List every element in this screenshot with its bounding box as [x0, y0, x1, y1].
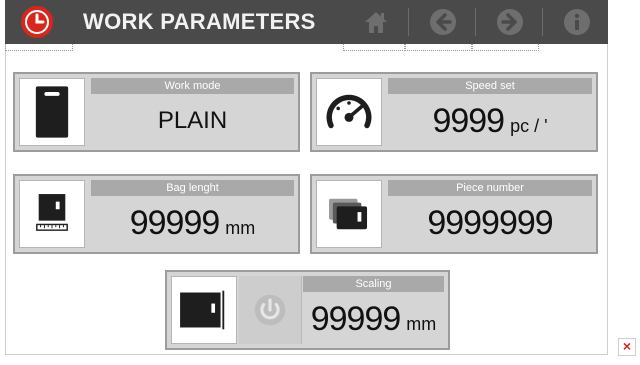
home-icon	[365, 12, 387, 33]
scaling-number: 99999	[310, 299, 402, 338]
speed-set-unit: pc / '	[510, 115, 548, 136]
tab-indicator	[5, 44, 73, 51]
scaling-label: Scaling	[303, 276, 444, 292]
piece-number-card[interactable]: Piece number 9999999	[310, 174, 598, 254]
arrow-left-icon	[430, 9, 456, 35]
bag-length-number: 99999	[129, 203, 221, 242]
scaling-unit: mm	[406, 313, 437, 334]
work-mode-value[interactable]: PLAIN	[91, 96, 294, 146]
clock-icon	[20, 5, 54, 39]
work-mode-label: Work mode	[91, 78, 294, 94]
bag-length-icon	[19, 180, 85, 248]
work-mode-text: PLAIN	[157, 107, 228, 134]
tab-indicator	[405, 44, 472, 51]
piece-number-value[interactable]: 9999999	[388, 198, 592, 248]
bag-length-label: Bag lenght	[91, 180, 294, 196]
stacked-bags-icon	[316, 180, 382, 248]
info-button[interactable]	[544, 0, 610, 44]
tab-indicator	[472, 44, 539, 51]
speed-set-number: 9999	[432, 101, 505, 140]
nav-divider	[475, 8, 476, 36]
work-mode-card[interactable]: Work mode PLAIN	[13, 72, 300, 152]
speed-set-card[interactable]: Speed set 9999 pc / '	[310, 72, 598, 152]
close-icon[interactable]: ×	[618, 338, 636, 356]
power-icon	[254, 294, 286, 326]
scaling-bag-icon	[171, 276, 237, 344]
scaling-card[interactable]: Scaling 99999 mm	[165, 270, 450, 350]
speed-set-value[interactable]: 9999 pc / '	[388, 96, 592, 146]
arrow-right-icon	[497, 9, 523, 35]
header-bar: WORK PARAMETERS	[5, 0, 608, 44]
power-button[interactable]	[239, 276, 302, 344]
back-button[interactable]	[410, 0, 476, 44]
bag-plain-icon	[19, 78, 85, 146]
forward-button[interactable]	[477, 0, 543, 44]
piece-number-number: 9999999	[427, 203, 553, 242]
info-icon	[564, 9, 590, 35]
page-title: WORK PARAMETERS	[83, 9, 316, 34]
scaling-value[interactable]: 99999 mm	[303, 294, 444, 344]
speedometer-icon	[316, 78, 382, 146]
piece-number-label: Piece number	[388, 180, 592, 196]
speed-set-label: Speed set	[388, 78, 592, 94]
home-button[interactable]	[343, 0, 409, 44]
bag-length-value[interactable]: 99999 mm	[91, 198, 294, 248]
bag-length-card[interactable]: Bag lenght 99999 mm	[13, 174, 300, 254]
nav-divider	[542, 8, 543, 36]
nav-divider	[408, 8, 409, 36]
tab-indicator	[343, 44, 405, 51]
bag-length-unit: mm	[225, 217, 256, 238]
